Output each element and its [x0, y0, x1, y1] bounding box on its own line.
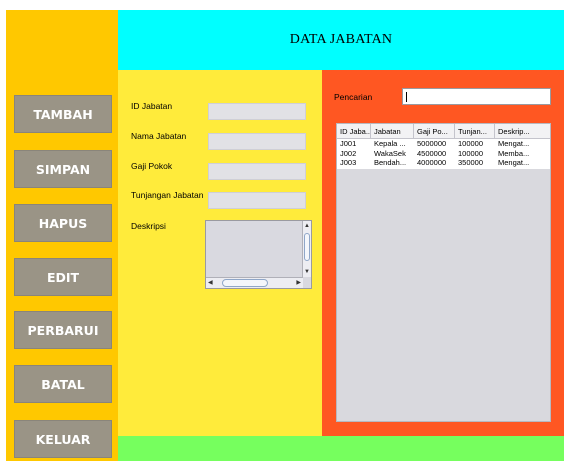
search-label: Pencarian: [334, 92, 373, 102]
table-row[interactable]: J003 Bendah... 4000000 350000 Mengat...: [337, 158, 550, 168]
cell-id: J002: [340, 148, 357, 158]
vertical-scrollbar[interactable]: ▲ ▼: [302, 221, 311, 277]
horizontal-scrollbar[interactable]: ◀ ▶: [206, 277, 303, 288]
gaji-pokok-label: Gaji Pokok: [131, 161, 173, 171]
scroll-right-icon[interactable]: ▶: [296, 280, 301, 286]
cell-tunjangan: 350000: [458, 158, 484, 167]
cell-id: J001: [340, 139, 357, 148]
table-row[interactable]: J002 WakaSek 4500000 100000 Memba...: [337, 149, 550, 159]
header-bar: DATA JABATAN: [118, 10, 564, 70]
scroll-down-icon[interactable]: ▼: [304, 269, 310, 275]
deskripsi-textarea[interactable]: ▲ ▼ ◀ ▶: [205, 220, 312, 289]
keluar-button[interactable]: KELUAR: [14, 420, 112, 458]
cell-jabatan: WakaSek: [374, 148, 406, 158]
text-caret: [406, 92, 407, 102]
table-header: ID Jaba... Jabatan Gaji Po... Tunjan... …: [337, 124, 550, 139]
nama-jabatan-field[interactable]: [208, 133, 306, 150]
gaji-pokok-field[interactable]: [208, 163, 306, 180]
jabatan-table[interactable]: ID Jaba... Jabatan Gaji Po... Tunjan... …: [336, 123, 551, 422]
simpan-button[interactable]: SIMPAN: [14, 150, 112, 188]
search-input[interactable]: [402, 88, 551, 105]
tambah-button[interactable]: TAMBAH: [14, 95, 112, 133]
scroll-thumb-horizontal[interactable]: [222, 279, 268, 287]
table-row[interactable]: J001 Kepala ... 5000000 100000 Mengat...: [337, 139, 550, 149]
cell-gaji: 5000000: [417, 139, 447, 148]
cell-tunjangan: 100000: [458, 148, 484, 158]
id-jabatan-field[interactable]: [208, 103, 306, 120]
edit-button[interactable]: EDIT: [14, 258, 112, 296]
nama-jabatan-label: Nama Jabatan: [131, 131, 187, 141]
cell-deskripsi: Mengat...: [498, 139, 530, 148]
table-body: J001 Kepala ... 5000000 100000 Mengat...…: [337, 139, 550, 169]
cell-jabatan: Bendah...: [374, 158, 407, 167]
cell-tunjangan: 100000: [458, 139, 484, 148]
column-header-deskripsi[interactable]: Deskrip...: [495, 124, 550, 139]
footer-bar: [118, 436, 564, 461]
hapus-button[interactable]: HAPUS: [14, 204, 112, 242]
id-jabatan-label: ID Jabatan: [131, 101, 173, 111]
logo-area: [6, 10, 118, 90]
column-header-id[interactable]: ID Jaba...: [337, 124, 371, 139]
batal-button[interactable]: BATAL: [14, 365, 112, 403]
scroll-thumb-vertical[interactable]: [304, 233, 310, 261]
column-header-tunjangan[interactable]: Tunjan...: [455, 124, 495, 139]
cell-deskripsi: Mengat...: [498, 158, 530, 167]
tunjangan-jabatan-field[interactable]: [208, 192, 306, 209]
column-header-jabatan[interactable]: Jabatan: [371, 124, 414, 139]
cell-jabatan: Kepala ...: [374, 139, 406, 148]
cell-id: J003: [340, 158, 357, 167]
perbarui-button[interactable]: PERBARUI: [14, 311, 112, 349]
cell-gaji: 4500000: [417, 148, 447, 158]
column-header-gaji[interactable]: Gaji Po...: [414, 124, 455, 139]
scroll-up-icon[interactable]: ▲: [304, 223, 310, 229]
cell-deskripsi: Memba...: [498, 148, 530, 158]
tunjangan-jabatan-label: Tunjangan Jabatan: [131, 190, 204, 200]
cell-gaji: 4000000: [417, 158, 447, 167]
deskripsi-label: Deskripsi: [131, 221, 166, 231]
page-title: DATA JABATAN: [289, 32, 393, 47]
scroll-left-icon[interactable]: ◀: [208, 280, 213, 286]
